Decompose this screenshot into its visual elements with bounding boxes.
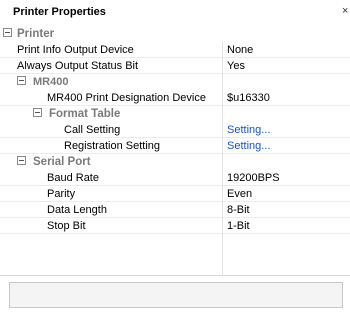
category-label: Serial Port xyxy=(33,156,91,168)
property-row[interactable]: Call Setting Setting... xyxy=(0,122,350,138)
property-row[interactable]: Stop Bit 1-Bit xyxy=(0,218,350,234)
property-row[interactable]: Registration Setting Setting... xyxy=(0,138,350,154)
panel-title: Printer Properties xyxy=(13,6,106,18)
property-value[interactable]: 8-Bit xyxy=(227,204,250,216)
property-value[interactable]: None xyxy=(227,44,253,56)
collapse-icon[interactable] xyxy=(33,108,42,117)
property-value[interactable]: Even xyxy=(227,188,252,200)
category-format-table[interactable]: Format Table xyxy=(0,106,350,122)
category-mr400[interactable]: MR400 xyxy=(0,74,350,90)
description-box xyxy=(9,282,343,308)
category-printer[interactable]: Printer xyxy=(0,26,350,42)
property-value[interactable]: 19200BPS xyxy=(227,172,280,184)
category-serial-port[interactable]: Serial Port xyxy=(0,154,350,170)
category-label: Format Table xyxy=(49,108,121,120)
registration-setting-link[interactable]: Setting... xyxy=(227,140,270,152)
property-name: MR400 Print Designation Device xyxy=(47,92,206,104)
property-value[interactable]: 1-Bit xyxy=(227,220,250,232)
category-label: Printer xyxy=(17,28,55,40)
property-name: Registration Setting xyxy=(64,140,160,152)
column-separator[interactable] xyxy=(222,42,223,276)
panel-titlebar: Printer Properties × xyxy=(0,0,350,20)
property-row[interactable]: MR400 Print Designation Device $u16330 xyxy=(0,90,350,106)
property-row[interactable]: Parity Even xyxy=(0,186,350,202)
property-row[interactable]: Data Length 8-Bit xyxy=(0,202,350,218)
property-grid: Printer Print Info Output Device None Al… xyxy=(0,26,350,276)
property-name: Always Output Status Bit xyxy=(17,60,139,72)
close-icon[interactable]: × xyxy=(342,5,348,17)
property-name: Call Setting xyxy=(64,124,121,136)
collapse-icon[interactable] xyxy=(3,28,12,37)
property-name: Baud Rate xyxy=(47,172,99,184)
call-setting-link[interactable]: Setting... xyxy=(227,124,270,136)
category-label: MR400 xyxy=(33,76,69,88)
property-name: Stop Bit xyxy=(47,220,86,232)
collapse-icon[interactable] xyxy=(17,76,26,85)
collapse-icon[interactable] xyxy=(17,156,26,165)
property-name: Print Info Output Device xyxy=(17,44,134,56)
printer-properties-panel: Printer Properties × Printer Print Info … xyxy=(0,0,350,315)
property-name: Data Length xyxy=(47,204,107,216)
property-value[interactable]: $u16330 xyxy=(227,92,270,104)
property-row[interactable]: Print Info Output Device None xyxy=(0,42,350,58)
property-row[interactable]: Always Output Status Bit Yes xyxy=(0,58,350,74)
property-value[interactable]: Yes xyxy=(227,60,245,72)
property-name: Parity xyxy=(47,188,76,200)
property-row[interactable]: Baud Rate 19200BPS xyxy=(0,170,350,186)
